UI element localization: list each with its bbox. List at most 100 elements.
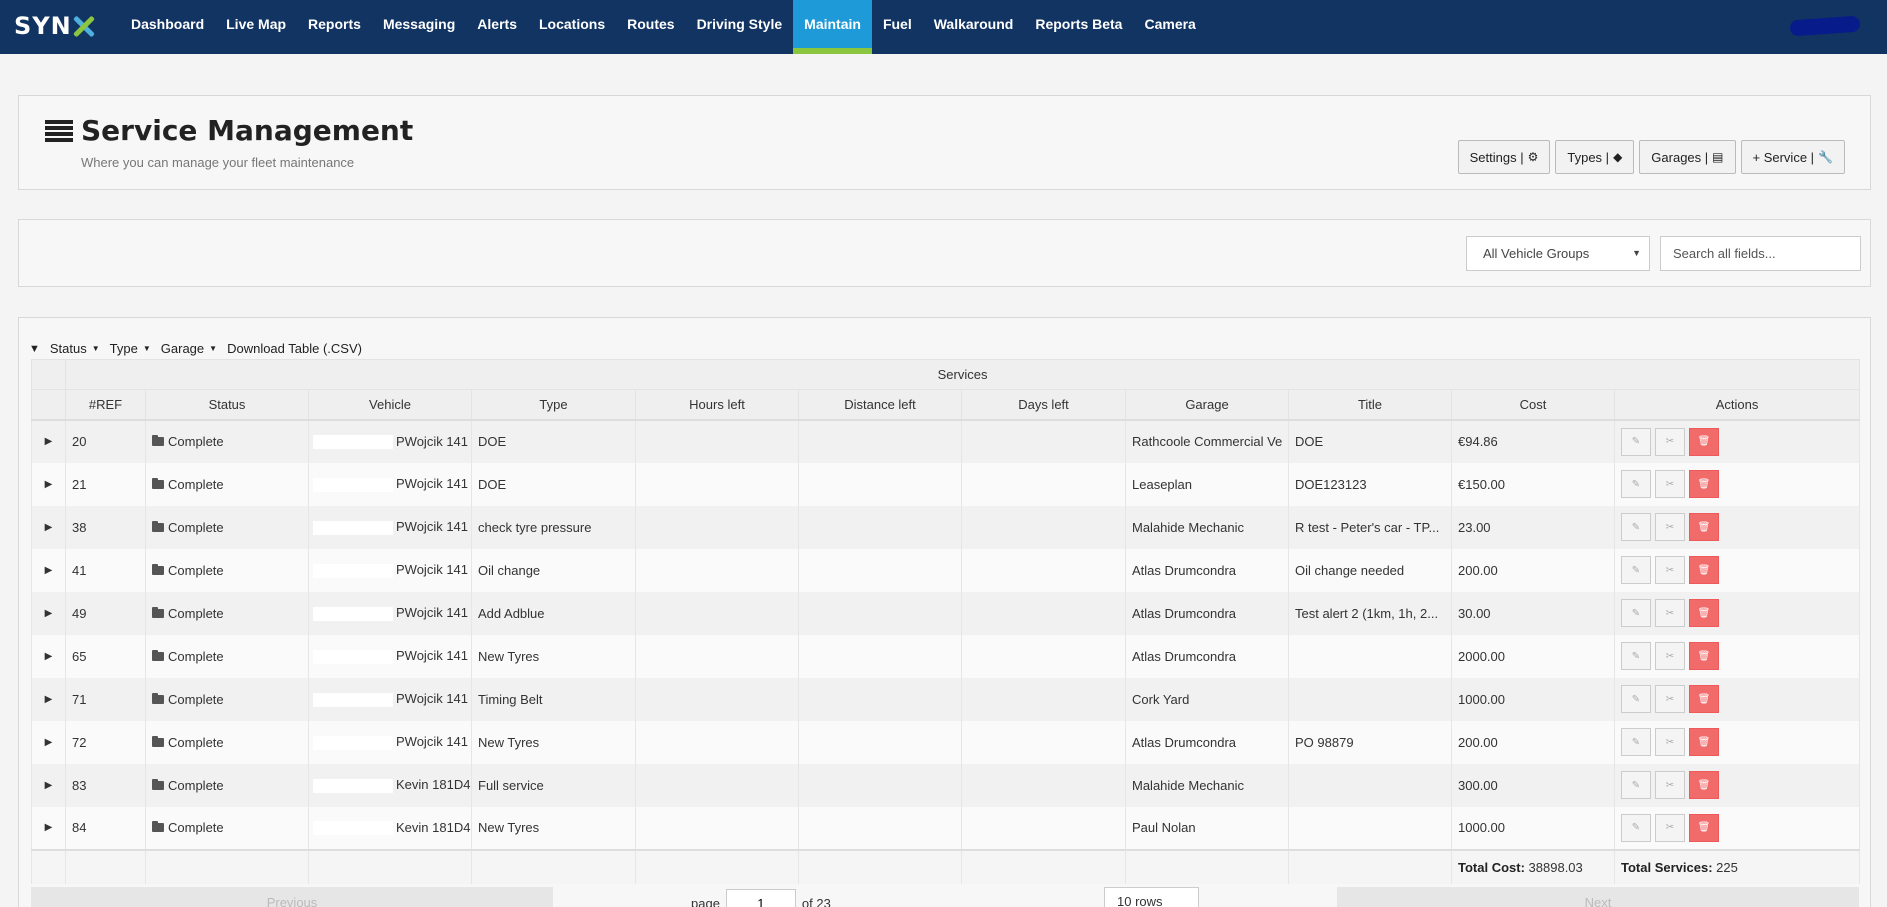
caret-right-icon[interactable]: ▶ [31,763,66,807]
table-row[interactable]: ▶ 41 Complete PWojcik 141 Oil change Atlas Dr… [31,548,1861,592]
status-filter[interactable]: Status ▼ [50,341,100,356]
column-header-distance-left[interactable]: Distance left [798,389,962,421]
paperclip-icon[interactable]: ✂ [1655,771,1685,799]
edit-icon[interactable]: ✎ [1621,427,1651,456]
days-cell [961,505,1126,549]
column-header-cost[interactable]: Cost [1451,389,1615,421]
types-button[interactable]: Types | ◆ [1555,140,1635,174]
table-row[interactable]: ▶ 20 Complete PWojcik 141 DOE Rathcoole Comme… [31,419,1861,463]
trash-icon[interactable]: 🗑 [1689,771,1719,799]
column-header-days-left[interactable]: Days left [961,389,1126,421]
previous-button[interactable]: Previous [31,887,553,907]
column-header-actions[interactable]: Actions [1613,389,1861,421]
trash-icon[interactable]: 🗑 [1689,599,1719,627]
table-row[interactable]: ▶ 84 Complete Kevin 181D4 New Tyres Paul Nola… [31,806,1861,850]
page-input[interactable] [725,889,796,907]
trash-icon[interactable]: 🗑 [1689,813,1719,842]
garage-filter[interactable]: Garage ▼ [161,341,217,356]
edit-icon[interactable]: ✎ [1621,556,1651,584]
nav-item-routes[interactable]: Routes [616,0,685,54]
trash-icon[interactable]: 🗑 [1689,642,1719,670]
nav-item-locations[interactable]: Locations [528,0,616,54]
synx-logo[interactable]: SYN [14,12,95,40]
edit-icon[interactable]: ✎ [1621,599,1651,627]
type-filter[interactable]: Type ▼ [110,341,151,356]
table-row[interactable]: ▶ 65 Complete PWojcik 141 New Tyres Atlas Dru… [31,634,1861,678]
nav-item-messaging[interactable]: Messaging [372,0,466,54]
table-row[interactable]: ▶ 72 Complete PWojcik 141 New Tyres Atlas Dru… [31,720,1861,764]
title-cell [1288,763,1452,807]
caret-right-icon[interactable]: ▶ [31,634,66,678]
paperclip-icon[interactable]: ✂ [1655,556,1685,584]
nav-item-dashboard[interactable]: Dashboard [120,0,215,54]
table-row[interactable]: ▶ 49 Complete PWojcik 141 Add Adblue Atlas Dr… [31,591,1861,635]
caret-right-icon[interactable]: ▶ [31,720,66,764]
nav-item-maintain[interactable]: Maintain [793,0,872,54]
caret-right-icon[interactable]: ▶ [31,591,66,635]
nav-item-walkaround[interactable]: Walkaround [923,0,1025,54]
paperclip-icon[interactable]: ✂ [1655,427,1685,456]
trash-icon[interactable]: 🗑 [1689,556,1719,584]
download-csv-link[interactable]: Download Table (.CSV) [227,341,362,356]
column-header-garage[interactable]: Garage [1125,389,1289,421]
days-cell [961,763,1126,807]
nav-item-alerts[interactable]: Alerts [466,0,528,54]
caret-right-icon[interactable]: ▶ [31,806,66,850]
search-input[interactable] [1660,236,1861,271]
edit-icon[interactable]: ✎ [1621,642,1651,670]
column-header-ref[interactable]: #REF [65,389,146,421]
caret-right-icon[interactable]: ▶ [31,548,66,592]
next-button[interactable]: Next [1337,887,1859,907]
paperclip-icon[interactable]: ✂ [1655,470,1685,498]
column-header-type[interactable]: Type [471,389,636,421]
column-header-hours-left[interactable]: Hours left [635,389,799,421]
edit-icon[interactable]: ✎ [1621,513,1651,541]
column-header-title[interactable]: Title [1288,389,1452,421]
user-menu-redacted[interactable] [1789,15,1861,37]
trash-icon[interactable]: 🗑 [1689,427,1719,456]
nav-item-live-map[interactable]: Live Map [215,0,297,54]
edit-icon[interactable]: ✎ [1621,470,1651,498]
nav-item-fuel[interactable]: Fuel [872,0,923,54]
edit-icon[interactable]: ✎ [1621,728,1651,756]
paperclip-icon[interactable]: ✂ [1655,599,1685,627]
paperclip-icon[interactable]: ✂ [1655,728,1685,756]
trash-icon[interactable]: 🗑 [1689,685,1719,713]
trash-icon[interactable]: 🗑 [1689,470,1719,498]
garage-filter-label: Garage [160,341,205,356]
vehicle-cell: PWojcik 141 [308,634,472,678]
trash-icon[interactable]: 🗑 [1689,513,1719,541]
distance-cell [798,548,962,592]
vehicle-redacted [313,821,393,836]
status-cell: Complete [145,720,309,764]
caret-right-icon[interactable]: ▶ [31,677,66,721]
column-header-status[interactable]: Status [145,389,309,421]
table-row[interactable]: ▶ 83 Complete Kevin 181D4 Full service Malahi… [31,763,1861,807]
paperclip-icon[interactable]: ✂ [1655,813,1685,842]
add-service-button[interactable]: + Service | 🔧 [1740,140,1845,174]
rows-per-page-select[interactable]: 10 rows [1104,887,1199,907]
nav-item-reports[interactable]: Reports [297,0,372,54]
paperclip-icon[interactable]: ✂ [1655,642,1685,670]
edit-icon[interactable]: ✎ [1621,771,1651,799]
paperclip-icon[interactable]: ✂ [1655,513,1685,541]
garages-button[interactable]: Garages | ▤ [1639,140,1736,174]
table-row[interactable]: ▶ 21 Complete PWojcik 141 DOE Leaseplan DOE123… [31,462,1861,506]
nav-item-camera[interactable]: Camera [1133,0,1206,54]
vehicle-groups-select[interactable]: All Vehicle Groups ▼ [1466,236,1650,271]
trash-icon[interactable]: 🗑 [1689,728,1719,756]
nav-item-reports-beta[interactable]: Reports Beta [1024,0,1133,54]
nav-item-driving-style[interactable]: Driving Style [686,0,794,54]
caret-right-icon[interactable]: ▶ [31,505,66,549]
settings-button[interactable]: Settings | ⚙ [1457,140,1551,174]
column-header-vehicle[interactable]: Vehicle [308,389,472,421]
caret-right-icon[interactable]: ▶ [31,419,66,463]
edit-icon[interactable]: ✎ [1621,813,1651,842]
caret-right-icon[interactable]: ▶ [31,462,66,506]
vehicle-text: PWojcik 141 [396,648,469,664]
edit-icon[interactable]: ✎ [1621,685,1651,713]
table-row[interactable]: ▶ 38 Complete PWojcik 141 check tyre pressur… [31,505,1861,549]
paperclip-icon[interactable]: ✂ [1655,685,1685,713]
filter-icon: ▼ [29,342,40,355]
table-row[interactable]: ▶ 71 Complete PWojcik 141 Timing Belt Cork Ya… [31,677,1861,721]
